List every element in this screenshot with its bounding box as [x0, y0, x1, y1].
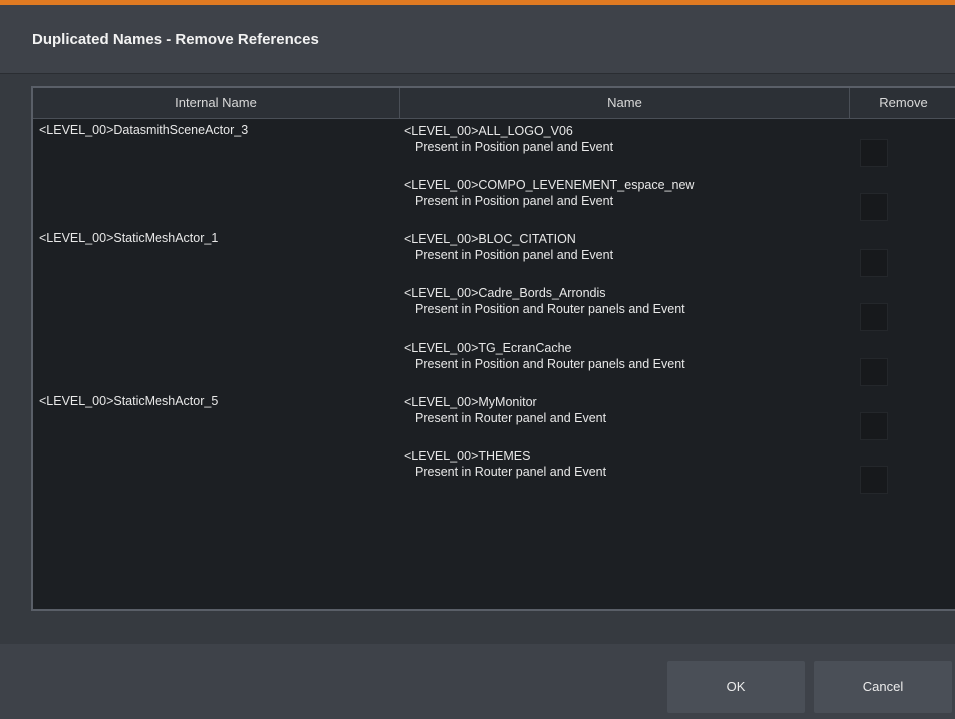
reference-name: <LEVEL_00>TG_EcranCache [404, 341, 572, 355]
name-cell: <LEVEL_00>COMPO_LEVENEMENT_espace_new Pr… [404, 177, 694, 209]
reference-detail: Present in Position and Router panels an… [415, 302, 685, 316]
table-header: Internal Name Name Remove [33, 88, 955, 119]
remove-checkbox[interactable] [860, 412, 888, 440]
reference-detail: Present in Position and Router panels an… [415, 357, 685, 371]
remove-checkbox[interactable] [860, 249, 888, 277]
dialog-footer: OK Cancel [0, 644, 955, 719]
reference-name: <LEVEL_00>THEMES [404, 449, 531, 463]
internal-name-cell: <LEVEL_00>DatasmithSceneActor_3 [39, 123, 249, 137]
column-header-remove[interactable]: Remove [850, 88, 955, 118]
column-header-internal-name[interactable]: Internal Name [33, 88, 400, 118]
reference-detail: Present in Router panel and Event [415, 465, 607, 479]
reference-detail: Present in Position panel and Event [415, 248, 614, 262]
reference-name: <LEVEL_00>ALL_LOGO_V06 [404, 124, 573, 138]
name-cell: <LEVEL_00>Cadre_Bords_Arrondis Present i… [404, 285, 685, 317]
ok-button[interactable]: OK [667, 661, 805, 713]
column-header-name[interactable]: Name [400, 88, 850, 118]
name-cell: <LEVEL_00>THEMES Present in Router panel… [404, 448, 606, 480]
internal-name-cell: <LEVEL_00>StaticMeshActor_1 [39, 231, 219, 245]
references-table: Internal Name Name Remove <LEVEL_00>Data… [31, 86, 955, 611]
reference-detail: Present in Position panel and Event [415, 194, 614, 208]
name-cell: <LEVEL_00>MyMonitor Present in Router pa… [404, 394, 606, 426]
remove-checkbox[interactable] [860, 358, 888, 386]
name-cell: <LEVEL_00>TG_EcranCache Present in Posit… [404, 340, 685, 372]
remove-checkbox[interactable] [860, 466, 888, 494]
name-cell: <LEVEL_00>BLOC_CITATION Present in Posit… [404, 231, 613, 263]
internal-name-cell: <LEVEL_00>StaticMeshActor_5 [39, 394, 219, 408]
reference-detail: Present in Position panel and Event [415, 140, 614, 154]
remove-checkbox[interactable] [860, 193, 888, 221]
cancel-button[interactable]: Cancel [814, 661, 952, 713]
table-body: <LEVEL_00>DatasmithSceneActor_3 <LEVEL_0… [33, 119, 955, 607]
dialog-title: Duplicated Names - Remove References [32, 31, 319, 48]
reference-name: <LEVEL_00>COMPO_LEVENEMENT_espace_new [404, 178, 695, 192]
remove-checkbox[interactable] [860, 139, 888, 167]
dialog-content: Internal Name Name Remove <LEVEL_00>Data… [0, 74, 955, 644]
reference-name: <LEVEL_00>BLOC_CITATION [404, 232, 576, 246]
dialog-title-bar: Duplicated Names - Remove References [0, 5, 955, 74]
reference-name: <LEVEL_00>MyMonitor [404, 395, 537, 409]
name-cell: <LEVEL_00>ALL_LOGO_V06 Present in Positi… [404, 123, 613, 155]
reference-name: <LEVEL_00>Cadre_Bords_Arrondis [404, 286, 606, 300]
remove-checkbox[interactable] [860, 303, 888, 331]
reference-detail: Present in Router panel and Event [415, 411, 607, 425]
